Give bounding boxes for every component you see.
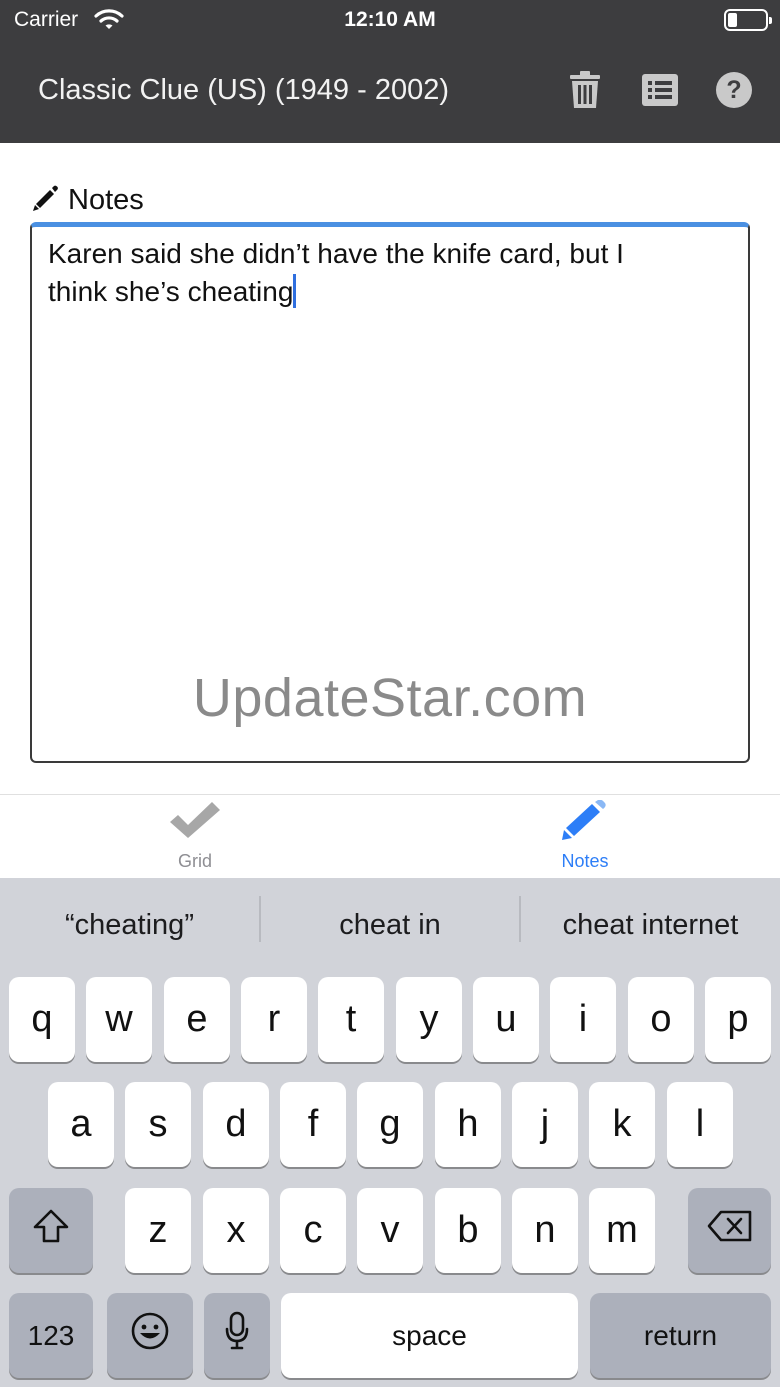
pencil-icon: [558, 799, 612, 845]
return-key[interactable]: return: [590, 1293, 771, 1378]
key-o[interactable]: o: [628, 977, 694, 1062]
key-d[interactable]: d: [203, 1082, 269, 1167]
key-v[interactable]: v: [357, 1188, 423, 1273]
key-x[interactable]: x: [203, 1188, 269, 1273]
shift-key[interactable]: [9, 1188, 93, 1273]
tab-bar-divider: [0, 794, 780, 795]
key-t[interactable]: t: [318, 977, 384, 1062]
backspace-icon: [707, 1209, 753, 1252]
key-f[interactable]: f: [280, 1082, 346, 1167]
notes-text-line-1: Karen said she didn’t have the knife car…: [48, 238, 624, 269]
status-time: 12:10 AM: [344, 8, 436, 31]
notes-header: Notes: [30, 180, 144, 220]
notes-text-line-2: think she’s cheating: [48, 276, 294, 307]
key-e[interactable]: e: [164, 977, 230, 1062]
keyboard: “cheating” cheat in cheat internet q w e…: [0, 878, 780, 1387]
dictation-key[interactable]: [204, 1293, 270, 1378]
suggestion-3[interactable]: cheat internet: [521, 878, 780, 972]
shift-icon: [31, 1208, 71, 1254]
microphone-icon: [224, 1311, 250, 1361]
tab-grid[interactable]: Grid: [95, 800, 295, 876]
key-z[interactable]: z: [125, 1188, 191, 1273]
key-r[interactable]: r: [241, 977, 307, 1062]
trash-icon[interactable]: [565, 70, 605, 110]
space-key[interactable]: space: [281, 1293, 578, 1378]
emoji-key[interactable]: [107, 1293, 193, 1378]
key-k[interactable]: k: [589, 1082, 655, 1167]
help-icon[interactable]: ?: [714, 70, 754, 110]
page-title: Classic Clue (US) (1949 - 2002): [38, 74, 449, 106]
key-a[interactable]: a: [48, 1082, 114, 1167]
status-bar: Carrier 12:10 AM: [0, 0, 780, 42]
emoji-icon: [130, 1311, 170, 1361]
key-q[interactable]: q: [9, 977, 75, 1062]
key-c[interactable]: c: [280, 1188, 346, 1273]
notes-header-label: Notes: [68, 183, 144, 216]
text-cursor: [293, 274, 297, 308]
key-j[interactable]: j: [512, 1082, 578, 1167]
key-n[interactable]: n: [512, 1188, 578, 1273]
tab-notes-label: Notes: [561, 851, 609, 871]
key-g[interactable]: g: [357, 1082, 423, 1167]
key-u[interactable]: u: [473, 977, 539, 1062]
numbers-key[interactable]: 123: [9, 1293, 93, 1378]
battery-icon: [724, 9, 772, 31]
suggestion-2[interactable]: cheat in: [261, 878, 519, 972]
suggestion-1[interactable]: “cheating”: [0, 878, 259, 972]
checkmark-icon: [168, 800, 222, 845]
watermark: UpdateStar.com: [192, 668, 588, 728]
key-i[interactable]: i: [550, 977, 616, 1062]
delete-key[interactable]: [688, 1188, 771, 1273]
top-bar: Carrier 12:10 AM Classic Clue (US) (1949…: [0, 0, 780, 143]
tab-grid-label: Grid: [177, 851, 212, 871]
pencil-icon: [30, 183, 60, 218]
svg-text:?: ?: [726, 76, 741, 104]
key-s[interactable]: s: [125, 1082, 191, 1167]
notes-text: Karen said she didn’t have the knife car…: [48, 235, 728, 311]
key-h[interactable]: h: [435, 1082, 501, 1167]
key-p[interactable]: p: [705, 977, 771, 1062]
key-b[interactable]: b: [435, 1188, 501, 1273]
key-y[interactable]: y: [396, 977, 462, 1062]
key-l[interactable]: l: [667, 1082, 733, 1167]
key-w[interactable]: w: [86, 977, 152, 1062]
tab-notes[interactable]: Notes: [485, 799, 685, 876]
list-icon[interactable]: [640, 70, 680, 110]
key-m[interactable]: m: [589, 1188, 655, 1273]
